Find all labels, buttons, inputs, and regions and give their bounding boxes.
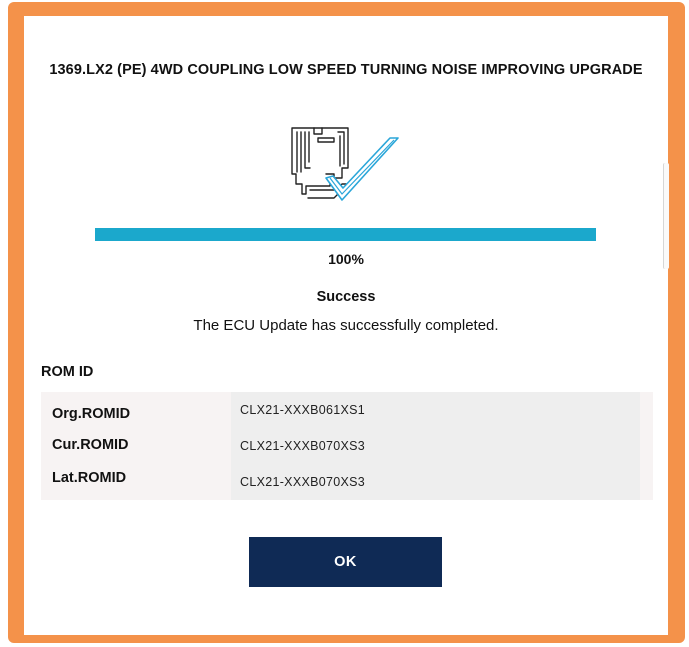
rom-row-cur: Cur.ROMID CLX21-XXXB070XS3 — [41, 434, 653, 458]
rom-value: CLX21-XXXB070XS3 — [240, 439, 366, 453]
dialog-title: 1369.LX2 (PE) 4WD COUPLING LOW SPEED TUR… — [49, 62, 643, 78]
ecu-update-complete-icon — [286, 118, 406, 214]
status-message: The ECU Update has successfully complete… — [193, 317, 499, 334]
rom-row-lat: Lat.ROMID CLX21-XXXB070XS3 — [41, 468, 653, 492]
rom-value: CLX21-XXXB070XS3 — [240, 475, 366, 489]
rom-id-heading: ROM ID — [41, 364, 94, 380]
progress-percent: 100% — [328, 251, 364, 267]
progress-fill — [95, 228, 596, 241]
ok-button[interactable]: OK — [249, 537, 442, 587]
rom-row-org: Org.ROMID CLX21-XXXB061XS1 — [41, 398, 653, 422]
status-text: Success — [316, 289, 376, 305]
rom-label: Org.ROMID — [52, 406, 131, 422]
rom-id-table: Org.ROMID CLX21-XXXB061XS1 Cur.ROMID CLX… — [41, 392, 653, 500]
rom-value: CLX21-XXXB061XS1 — [240, 403, 366, 417]
rom-label: Cur.ROMID — [52, 437, 129, 453]
scrollbar[interactable] — [663, 163, 669, 269]
progress-bar — [95, 228, 596, 241]
rom-label: Lat.ROMID — [52, 470, 127, 486]
